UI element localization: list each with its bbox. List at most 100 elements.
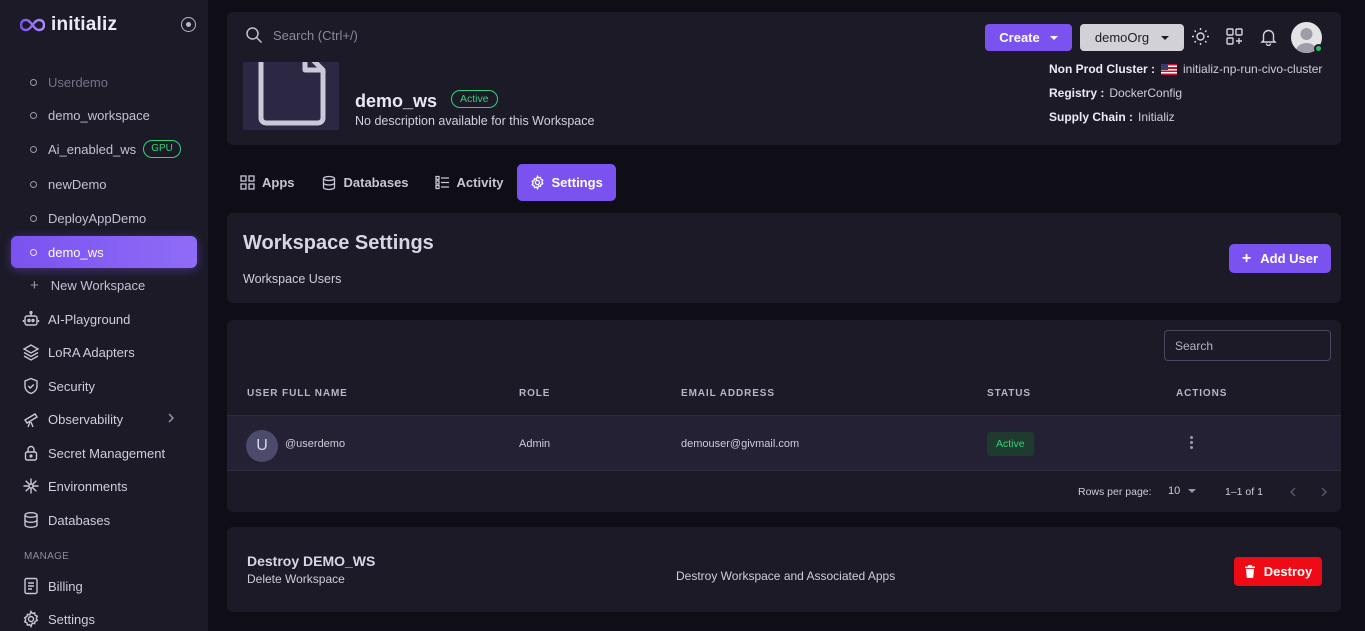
rows-per-page-select[interactable]: 10 xyxy=(1168,485,1197,497)
new-workspace-button[interactable]: + New Workspace xyxy=(11,269,197,301)
caret-down-icon xyxy=(1049,35,1058,40)
plus-icon: + xyxy=(1241,249,1252,267)
sidebar-item-label: Userdemo xyxy=(48,74,108,90)
lock-icon xyxy=(24,445,38,461)
sidebar-workspace-ai-enabled-ws[interactable]: Ai_enabled_ws GPU xyxy=(11,133,197,165)
sidebar-item-label: Databases xyxy=(48,512,111,528)
global-search-placeholder: Search (Ctrl+/) xyxy=(273,27,358,43)
chevron-right-icon xyxy=(168,413,174,423)
search-icon xyxy=(246,27,263,44)
tab-apps[interactable]: Apps xyxy=(227,164,308,201)
tab-label: Databases xyxy=(343,175,409,190)
tab-settings[interactable]: Settings xyxy=(516,164,616,201)
user-status-chip: Active xyxy=(987,432,1034,456)
sidebar: initializ Userdemo demo_workspace Ai_ena… xyxy=(0,0,208,631)
table-row: U @userdemo Admin demouser@givmail.com A… xyxy=(227,415,1341,471)
settings-subtitle: Workspace Users xyxy=(243,272,342,286)
cluster-info: Non Prod Cluster : initializ-np-run-civo… xyxy=(1049,62,1322,76)
users-search-input[interactable] xyxy=(1164,330,1331,361)
top-bar: Search (Ctrl+/) Create demoOrg xyxy=(227,12,1341,62)
sidebar-item-lora-adapters[interactable]: LoRA Adapters xyxy=(22,337,192,367)
workspace-tabs: Apps Databases Activity Settings xyxy=(227,164,616,201)
sidebar-workspace-demo-workspace[interactable]: demo_workspace xyxy=(11,99,197,131)
sidebar-item-label: newDemo xyxy=(48,176,107,192)
destroy-button[interactable]: Destroy xyxy=(1234,557,1322,586)
settings-title: Workspace Settings xyxy=(243,232,434,254)
workspace-settings-card: Workspace Settings Workspace Users + Add … xyxy=(227,213,1341,303)
tab-label: Settings xyxy=(551,175,603,190)
sidebar-item-label: AI-Playground xyxy=(48,311,131,327)
sidebar-workspace-demo-ws[interactable]: demo_ws xyxy=(11,236,197,268)
caret-down-icon xyxy=(1161,35,1170,40)
destroy-subtitle: Delete Workspace xyxy=(247,572,345,586)
registry-label: Registry : xyxy=(1049,86,1105,100)
sidebar-item-ai-playground[interactable]: AI-Playground xyxy=(22,304,192,334)
sidebar-item-secret-management[interactable]: Secret Management xyxy=(22,438,192,468)
sun-icon[interactable] xyxy=(1191,27,1210,46)
supply-chain-label: Supply Chain : xyxy=(1049,110,1133,124)
circle-icon xyxy=(30,248,37,256)
circle-icon xyxy=(30,214,37,222)
online-status-dot xyxy=(1314,44,1323,53)
sidebar-item-databases[interactable]: Databases xyxy=(22,505,192,535)
robot-icon xyxy=(22,310,40,326)
plus-icon: + xyxy=(30,276,39,294)
sidebar-workspace-deployappdemo[interactable]: DeployAppDemo xyxy=(11,202,197,234)
apps-icon xyxy=(240,175,255,190)
rows-per-page-label: Rows per page: xyxy=(1078,486,1152,498)
cluster-value: initializ-np-run-civo-cluster xyxy=(1183,62,1323,76)
create-button-label: Create xyxy=(999,30,1040,45)
row-actions-menu-icon[interactable] xyxy=(1188,436,1194,449)
column-header-role[interactable]: ROLE xyxy=(519,388,550,399)
activity-icon xyxy=(434,175,449,190)
bell-icon[interactable] xyxy=(1259,27,1278,46)
tab-databases[interactable]: Databases xyxy=(308,164,422,201)
tab-activity[interactable]: Activity xyxy=(422,164,517,201)
sidebar-item-observability[interactable]: Observability xyxy=(22,404,192,434)
supply-chain-info: Supply Chain : Initializ xyxy=(1049,110,1175,124)
sidebar-item-label: Ai_enabled_ws xyxy=(48,141,137,157)
billing-icon xyxy=(24,577,38,595)
org-selector[interactable]: demoOrg xyxy=(1080,24,1184,51)
sidebar-item-security[interactable]: Security xyxy=(22,371,192,401)
column-header-name[interactable]: USER FULL NAME xyxy=(247,388,348,399)
column-header-status[interactable]: STATUS xyxy=(987,388,1031,399)
create-button[interactable]: Create xyxy=(985,24,1072,51)
column-header-email[interactable]: EMAIL ADDRESS xyxy=(681,388,775,399)
workspace-header: demo_ws Active No description available … xyxy=(227,62,1341,145)
pin-sidebar-icon[interactable] xyxy=(181,17,196,32)
infinity-logo-icon xyxy=(20,18,45,32)
workspace-description: No description available for this Worksp… xyxy=(355,114,595,128)
next-page-icon[interactable] xyxy=(1319,486,1329,498)
sidebar-item-label: Observability xyxy=(48,411,124,427)
tab-label: Apps xyxy=(262,175,295,190)
sidebar-workspace-userdemo[interactable]: Userdemo xyxy=(11,66,197,98)
registry-info: Registry : DockerConfig xyxy=(1049,86,1182,100)
destroy-description: Destroy Workspace and Associated Apps xyxy=(676,569,896,583)
destroy-button-label: Destroy xyxy=(1263,564,1313,579)
circle-icon xyxy=(30,111,37,119)
document-icon xyxy=(258,62,326,126)
supply-chain-value: Initializ xyxy=(1138,110,1175,124)
tab-label: Activity xyxy=(456,175,504,190)
apps-add-icon[interactable] xyxy=(1225,27,1244,46)
sidebar-item-environments[interactable]: Environments xyxy=(22,471,192,501)
rows-per-page-value: 10 xyxy=(1168,485,1181,497)
sidebar-item-label: DeployAppDemo xyxy=(48,210,147,226)
sidebar-item-label: New Workspace xyxy=(50,277,146,293)
danger-zone-card: Destroy DEMO_WS Delete Workspace Destroy… xyxy=(227,527,1341,612)
previous-page-icon[interactable] xyxy=(1288,486,1298,498)
sidebar-workspace-newdemo[interactable]: newDemo xyxy=(11,168,197,200)
user-name-cell: @userdemo xyxy=(285,438,346,450)
sidebar-item-settings[interactable]: Settings xyxy=(22,604,192,631)
add-user-button[interactable]: + Add User xyxy=(1229,244,1331,273)
user-avatar: U xyxy=(246,430,278,462)
destroy-title: Destroy DEMO_WS xyxy=(247,553,376,569)
brand-logo[interactable]: initializ xyxy=(20,14,117,36)
sidebar-item-billing[interactable]: Billing xyxy=(22,571,192,601)
brand-name: initializ xyxy=(51,14,118,35)
global-search[interactable]: Search (Ctrl+/) xyxy=(245,26,358,44)
circle-icon xyxy=(30,78,37,86)
manage-section-label: MANAGE xyxy=(24,551,70,562)
us-flag-icon xyxy=(1161,63,1178,75)
